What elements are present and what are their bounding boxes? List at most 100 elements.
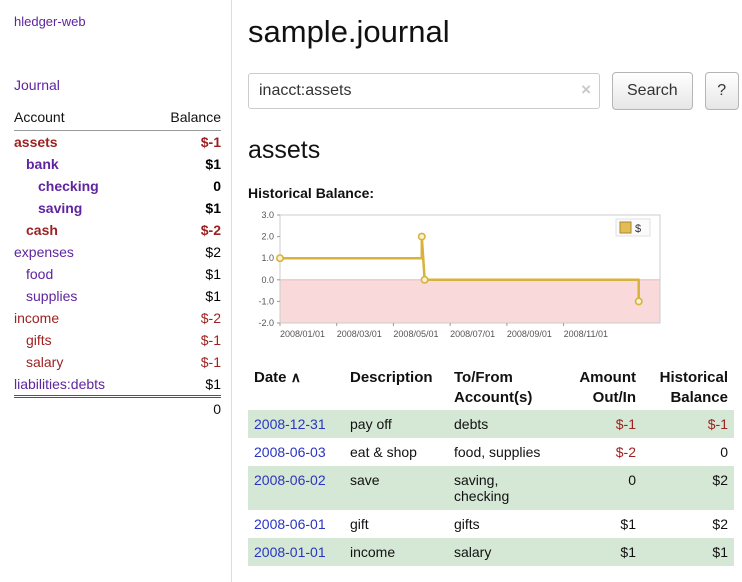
- sidebar: hledger-web Journal Account Balance asse…: [0, 0, 232, 582]
- historical-balance-chart: 3.02.01.00.0-1.0-2.02008/01/012008/03/01…: [248, 207, 672, 353]
- search-form: × Search ?: [248, 72, 739, 110]
- account-link[interactable]: liabilities:debts: [14, 376, 105, 392]
- account-row: food$1: [14, 263, 221, 285]
- account-name-cell: gifts: [14, 329, 147, 351]
- search-input-wrap: ×: [248, 73, 600, 109]
- account-link[interactable]: income: [14, 310, 59, 326]
- column-header-accounts: To/From Account(s): [448, 365, 558, 410]
- transaction-accounts: gifts: [448, 510, 558, 538]
- transaction-row: 2008-01-01incomesalary$1$1: [248, 538, 734, 566]
- clear-search-icon[interactable]: ×: [581, 81, 591, 98]
- date-header-label: Date: [254, 369, 287, 386]
- svg-text:-2.0: -2.0: [258, 318, 274, 328]
- svg-text:1.0: 1.0: [261, 253, 274, 263]
- account-balance: $-2: [147, 307, 221, 329]
- transaction-description: pay off: [344, 410, 448, 438]
- transaction-description: income: [344, 538, 448, 566]
- transaction-date-link[interactable]: 2008-12-31: [254, 416, 326, 432]
- transaction-date-link[interactable]: 2008-06-01: [254, 516, 326, 532]
- transaction-historical-balance: $-1: [642, 410, 734, 438]
- transaction-description: gift: [344, 510, 448, 538]
- transaction-historical-balance: $2: [642, 510, 734, 538]
- help-button[interactable]: ?: [705, 72, 739, 110]
- svg-text:2008/05/01: 2008/05/01: [393, 329, 438, 339]
- account-name-cell: income: [14, 307, 147, 329]
- account-balance: $1: [147, 373, 221, 397]
- page: hledger-web Journal Account Balance asse…: [0, 0, 742, 582]
- account-link[interactable]: cash: [14, 222, 58, 238]
- svg-text:3.0: 3.0: [261, 210, 274, 220]
- account-link[interactable]: checking: [14, 178, 99, 194]
- transaction-row: 2008-06-01 giftgifts$1$2: [248, 510, 734, 538]
- chart-title: Historical Balance:: [248, 185, 739, 201]
- column-header-historical-balance: Historical Balance: [642, 365, 734, 410]
- search-button[interactable]: Search: [612, 72, 693, 110]
- transaction-row: 2008-06-03eat & shopfood, supplies$-20: [248, 438, 734, 466]
- account-name-cell: liabilities:debts: [14, 373, 147, 397]
- account-balance: $-2: [147, 219, 221, 241]
- accounts-total-row: 0: [14, 397, 221, 421]
- account-balance: $-1: [147, 351, 221, 373]
- account-balance: $1: [147, 285, 221, 307]
- transaction-date-cell: 2008-06-03: [248, 438, 344, 466]
- accounts-table: Account Balance assets$-1bank$1checking0…: [14, 109, 221, 420]
- transaction-row: 2008-06-02 savesaving, checking0$2: [248, 466, 734, 510]
- account-balance: $1: [147, 197, 221, 219]
- account-row: liabilities:debts $1: [14, 373, 221, 397]
- transaction-accounts: salary: [448, 538, 558, 566]
- account-row: gifts $-1: [14, 329, 221, 351]
- account-name-cell: expenses: [14, 241, 147, 263]
- account-name-cell: checking: [14, 175, 147, 197]
- transaction-amount: $1: [558, 538, 642, 566]
- account-name-cell: assets: [14, 131, 147, 154]
- transaction-description: save: [344, 466, 448, 510]
- search-input[interactable]: [248, 73, 600, 109]
- column-header-amount: Amount Out/In: [558, 365, 642, 410]
- accounts-header-row: Account Balance: [14, 109, 221, 131]
- account-balance: $-1: [147, 329, 221, 351]
- transaction-historical-balance: 0: [642, 438, 734, 466]
- account-row: assets$-1: [14, 131, 221, 154]
- account-link[interactable]: assets: [14, 134, 58, 150]
- transaction-date-cell: 2008-06-02: [248, 466, 344, 510]
- transaction-amount: $1: [558, 510, 642, 538]
- account-link[interactable]: expenses: [14, 244, 74, 260]
- account-row: supplies $1: [14, 285, 221, 307]
- transaction-amount: $-2: [558, 438, 642, 466]
- accounts-total-value: 0: [147, 397, 221, 421]
- account-link[interactable]: bank: [14, 156, 59, 172]
- accounts-header-balance: Balance: [147, 109, 221, 131]
- svg-text:2008/01/01: 2008/01/01: [280, 329, 325, 339]
- transaction-date-link[interactable]: 2008-06-03: [254, 444, 326, 460]
- account-link[interactable]: gifts: [14, 332, 52, 348]
- transaction-accounts: debts: [448, 410, 558, 438]
- account-link[interactable]: saving: [14, 200, 82, 216]
- transaction-accounts: saving, checking: [448, 466, 558, 510]
- column-header-date[interactable]: Date ∧: [248, 365, 344, 410]
- svg-text:2008/09/01: 2008/09/01: [507, 329, 552, 339]
- svg-text:2.0: 2.0: [261, 232, 274, 242]
- transaction-row: 2008-12-31pay offdebts$-1$-1: [248, 410, 734, 438]
- accounts-total-spacer: [14, 397, 147, 421]
- transaction-date-cell: 2008-01-01: [248, 538, 344, 566]
- account-row: cash $-2: [14, 219, 221, 241]
- account-row: income $-2: [14, 307, 221, 329]
- svg-text:0.0: 0.0: [261, 275, 274, 285]
- svg-text:$: $: [635, 223, 641, 235]
- account-link[interactable]: salary: [14, 354, 63, 370]
- transaction-historical-balance: $2: [642, 466, 734, 510]
- account-row: expenses$2: [14, 241, 221, 263]
- account-link[interactable]: supplies: [14, 288, 77, 304]
- transaction-date-link[interactable]: 2008-06-02: [254, 472, 326, 488]
- sidebar-item-journal[interactable]: Journal: [14, 77, 221, 93]
- page-title: sample.journal: [248, 14, 739, 50]
- transaction-amount: 0: [558, 466, 642, 510]
- transaction-amount: $-1: [558, 410, 642, 438]
- svg-text:2008/07/01: 2008/07/01: [450, 329, 495, 339]
- transaction-accounts: food, supplies: [448, 438, 558, 466]
- app-title-link[interactable]: hledger-web: [14, 14, 221, 29]
- accounts-header-account: Account: [14, 109, 147, 131]
- account-row: bank$1: [14, 153, 221, 175]
- account-link[interactable]: food: [14, 266, 53, 282]
- transaction-date-link[interactable]: 2008-01-01: [254, 544, 326, 560]
